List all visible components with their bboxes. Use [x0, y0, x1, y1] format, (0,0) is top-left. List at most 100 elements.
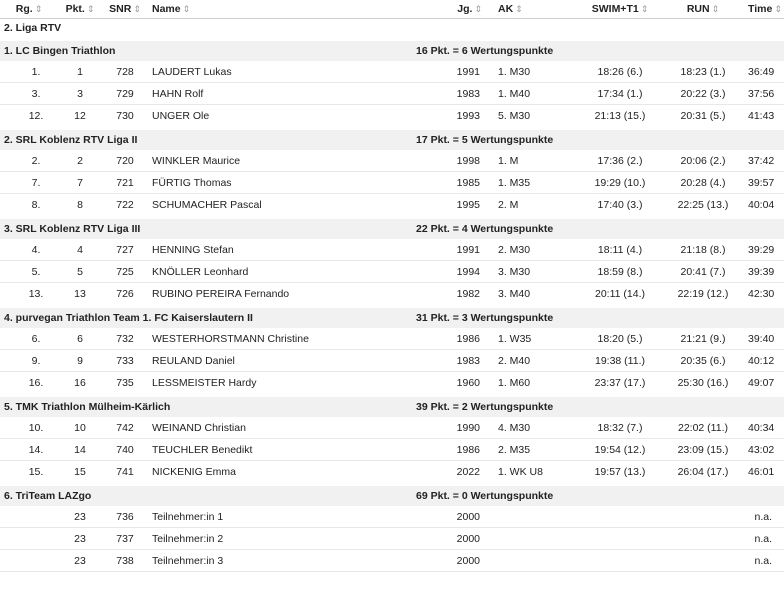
team-header-row: 6. TriTeam LAZgo 69 Pkt. = 0 Wertungspun… — [0, 482, 784, 506]
column-header-pkt[interactable]: Pkt. ⇕ — [58, 0, 102, 19]
team-points: 16 Pkt. = 6 Wertungspunkte — [416, 37, 784, 61]
column-header-time[interactable]: Time ⇕ — [744, 0, 784, 19]
points-cell: 10 — [58, 417, 102, 439]
column-header-rg[interactable]: Rg. ⇕ — [0, 0, 58, 19]
table-row: 6. 6 732 WESTERHORSTMANN Christine 1986 … — [0, 328, 784, 350]
start-number-cell: 722 — [102, 193, 148, 218]
column-header-run[interactable]: RUN ⇕ — [662, 0, 744, 19]
start-number-cell: 730 — [102, 104, 148, 129]
table-row: 15. 15 741 NICKENIG Emma 2022 1. WK U8 1… — [0, 460, 784, 485]
table-row: 13. 13 726 RUBINO PEREIRA Fernando 1982 … — [0, 282, 784, 307]
points-cell: 23 — [58, 549, 102, 572]
table-row: 12. 12 730 UNGER Ole 1993 5. M30 21:13 (… — [0, 104, 784, 129]
age-class-cell: 1. M40 — [494, 82, 578, 105]
sort-icon: ⇕ — [86, 4, 95, 14]
points-cell: 9 — [58, 349, 102, 372]
total-time-cell: n.a. — [744, 527, 784, 550]
points-cell: 6 — [58, 328, 102, 350]
age-class-cell: 5. M30 — [494, 104, 578, 129]
start-number-cell: 726 — [102, 282, 148, 307]
team-points: 39 Pkt. = 2 Wertungspunkte — [416, 393, 784, 417]
column-header-swim[interactable]: SWIM+T1 ⇕ — [578, 0, 662, 19]
rank-cell: 4. — [0, 239, 58, 261]
start-number-cell: 725 — [102, 260, 148, 283]
swim-time-cell — [578, 527, 662, 550]
athlete-name-cell: WESTERHORSTMANN Christine — [148, 328, 416, 350]
team-points: 22 Pkt. = 4 Wertungspunkte — [416, 215, 784, 239]
table-row: 23 737 Teilnehmer:in 2 2000 n.a. — [0, 527, 784, 550]
birth-year-cell: 1993 — [416, 104, 494, 129]
points-cell: 14 — [58, 438, 102, 461]
table-row: 1. 1 728 LAUDERT Lukas 1991 1. M30 18:26… — [0, 61, 784, 83]
age-class-cell: 4. M30 — [494, 417, 578, 439]
age-class-cell — [494, 506, 578, 528]
total-time-cell: 49:07 — [744, 371, 784, 396]
table-row: 9. 9 733 REULAND Daniel 1983 2. M40 19:3… — [0, 349, 784, 372]
birth-year-cell: 2000 — [416, 527, 494, 550]
age-class-cell — [494, 549, 578, 572]
swim-time-cell — [578, 549, 662, 572]
team-name: 1. LC Bingen Triathlon — [0, 37, 416, 61]
age-class-cell: 1. W35 — [494, 328, 578, 350]
total-time-cell: 39:39 — [744, 260, 784, 283]
run-time-cell — [662, 549, 744, 572]
birth-year-cell: 2022 — [416, 460, 494, 485]
rank-cell: 10. — [0, 417, 58, 439]
run-time-cell: 20:31 (5.) — [662, 104, 744, 129]
athlete-name-cell: HAHN Rolf — [148, 82, 416, 105]
total-time-cell: 43:02 — [744, 438, 784, 461]
team-header-row: 3. SRL Koblenz RTV Liga III 22 Pkt. = 4 … — [0, 215, 784, 239]
points-cell: 1 — [58, 61, 102, 83]
column-header-name[interactable]: Name ⇕ — [148, 0, 416, 19]
birth-year-cell: 1995 — [416, 193, 494, 218]
team-header-row: 2. SRL Koblenz RTV Liga II 17 Pkt. = 5 W… — [0, 126, 784, 150]
birth-year-cell: 2000 — [416, 506, 494, 528]
total-time-cell: 40:34 — [744, 417, 784, 439]
points-cell: 15 — [58, 460, 102, 485]
athlete-name-cell: REULAND Daniel — [148, 349, 416, 372]
rank-cell: 15. — [0, 460, 58, 485]
total-time-cell: n.a. — [744, 549, 784, 572]
points-cell: 13 — [58, 282, 102, 307]
birth-year-cell: 1985 — [416, 171, 494, 194]
sort-icon: ⇕ — [711, 4, 720, 14]
rank-cell — [0, 527, 58, 550]
swim-time-cell: 18:26 (6.) — [578, 61, 662, 83]
run-time-cell: 25:30 (16.) — [662, 371, 744, 396]
sort-icon: ⇕ — [515, 4, 523, 14]
birth-year-cell: 1991 — [416, 239, 494, 261]
total-time-cell: 37:56 — [744, 82, 784, 105]
column-header-jg[interactable]: Jg. ⇕ — [416, 0, 494, 19]
team-points: 17 Pkt. = 5 Wertungspunkte — [416, 126, 784, 150]
points-cell: 23 — [58, 506, 102, 528]
table-row: 23 736 Teilnehmer:in 1 2000 n.a. — [0, 506, 784, 528]
swim-time-cell: 21:13 (15.) — [578, 104, 662, 129]
table-row: 7. 7 721 FÜRTIG Thomas 1985 1. M35 19:29… — [0, 171, 784, 194]
team-header-row: 1. LC Bingen Triathlon 16 Pkt. = 6 Wertu… — [0, 37, 784, 61]
athlete-name-cell: HENNING Stefan — [148, 239, 416, 261]
birth-year-cell: 1983 — [416, 349, 494, 372]
column-header-snr[interactable]: SNR ⇕ — [102, 0, 148, 19]
rank-cell — [0, 506, 58, 528]
sort-icon: ⇕ — [774, 4, 782, 14]
birth-year-cell: 1960 — [416, 371, 494, 396]
league-row: 2. Liga RTV — [0, 18, 784, 40]
swim-time-cell: 19:54 (12.) — [578, 438, 662, 461]
team-name: 6. TriTeam LAZgo — [0, 482, 416, 506]
points-cell: 5 — [58, 260, 102, 283]
athlete-name-cell: LAUDERT Lukas — [148, 61, 416, 83]
table-row: 5. 5 725 KNÖLLER Leonhard 1994 3. M30 18… — [0, 260, 784, 283]
start-number-cell: 733 — [102, 349, 148, 372]
sort-icon: ⇕ — [474, 4, 482, 14]
column-header-ak[interactable]: AK ⇕ — [494, 0, 578, 19]
start-number-cell: 728 — [102, 61, 148, 83]
points-cell: 4 — [58, 239, 102, 261]
athlete-name-cell: Teilnehmer:in 2 — [148, 527, 416, 550]
age-class-cell: 1. M35 — [494, 171, 578, 194]
rank-cell: 14. — [0, 438, 58, 461]
age-class-cell: 3. M40 — [494, 282, 578, 307]
run-time-cell: 20:35 (6.) — [662, 349, 744, 372]
results-body: 2. Liga RTV 1. LC Bingen Triathlon 16 Pk… — [0, 18, 784, 572]
age-class-cell: 1. WK U8 — [494, 460, 578, 485]
start-number-cell: 740 — [102, 438, 148, 461]
